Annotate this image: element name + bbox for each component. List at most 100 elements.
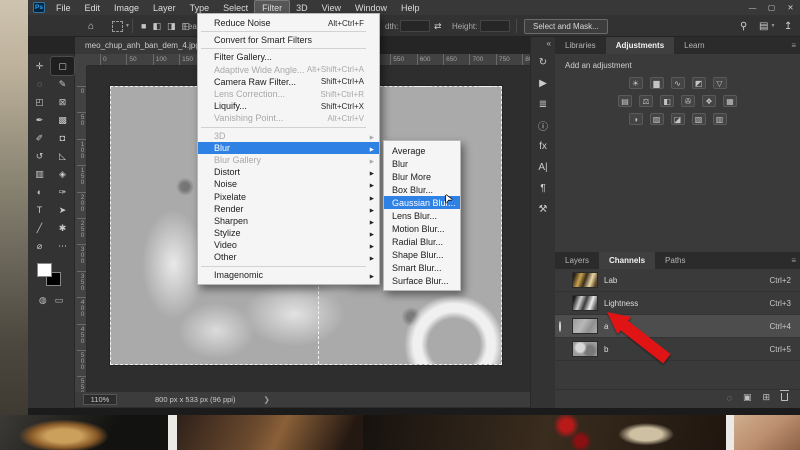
menu-bar-item[interactable]: Help	[394, 1, 427, 14]
invert-icon[interactable]: ◑	[629, 113, 643, 125]
filter-menu-item[interactable]: Adaptive Wide Angle... Alt+Shift+Ctrl+A	[198, 64, 379, 76]
blur-submenu-item[interactable]: Shape Blur...	[384, 248, 460, 261]
visibility-eye-icon[interactable]	[559, 321, 561, 332]
quick-selection-tool[interactable]: ✎	[51, 75, 74, 93]
pen-tool[interactable]: ✑	[51, 183, 74, 201]
panel-tab[interactable]: Paths	[655, 252, 695, 269]
line-tool[interactable]: ╱	[28, 219, 51, 237]
filter-menu-item[interactable]: Stylize	[198, 227, 379, 239]
share-icon[interactable]: ↥	[784, 21, 792, 32]
color-balance-icon[interactable]: ⚖	[639, 95, 653, 107]
menu-bar-item[interactable]: Layer	[146, 1, 183, 14]
dodge-tool[interactable]: ◐	[28, 183, 51, 201]
select-and-mask-button[interactable]: Select and Mask...	[524, 19, 608, 34]
close-button[interactable]: ✕	[781, 3, 800, 12]
move-tool[interactable]: ✛	[28, 57, 51, 75]
tools-panel-icon[interactable]: ⚒	[534, 201, 553, 218]
character-panel-icon[interactable]: A|	[534, 159, 553, 176]
filter-menu-item[interactable]: Blur	[198, 142, 379, 154]
home-icon[interactable]: ⌂	[88, 21, 94, 32]
blur-submenu-item[interactable]: Surface Blur...	[384, 274, 460, 287]
status-chevron-icon[interactable]: ❯	[263, 395, 269, 404]
panel-tab[interactable]: Learn	[674, 37, 714, 54]
blur-submenu-item[interactable]: Blur	[384, 157, 460, 170]
threshold-icon[interactable]: ◪	[671, 113, 685, 125]
foreground-color-swatch[interactable]	[37, 263, 52, 277]
filter-menu-item[interactable]: 3D	[198, 130, 379, 142]
levels-icon[interactable]: ▆	[650, 77, 664, 89]
hand-tool[interactable]: ✱	[51, 219, 74, 237]
active-tool-icon[interactable]	[112, 21, 123, 32]
filter-menu-item[interactable]: Liquify... Shift+Ctrl+X	[198, 100, 379, 112]
zoom-tool[interactable]: ⌀	[28, 237, 51, 255]
blur-submenu-item[interactable]: Average	[384, 144, 460, 157]
photo-filter-icon[interactable]: ✇	[681, 95, 695, 107]
frame-tool[interactable]: ⊠	[51, 93, 74, 111]
gradient-map-icon[interactable]: ▧	[692, 113, 706, 125]
filter-menu-item[interactable]: Render	[198, 203, 379, 215]
panel-menu-icon[interactable]: ≡	[791, 256, 796, 265]
new-selection-icon[interactable]: ■	[141, 21, 146, 31]
posterize-icon[interactable]: ▨	[650, 113, 664, 125]
filter-menu-item[interactable]: Camera Raw Filter... Shift+Ctrl+A	[198, 76, 379, 88]
chevron-down-icon[interactable]: ▼	[125, 23, 130, 29]
clone-stamp-tool[interactable]: ◘	[51, 129, 74, 147]
styles-panel-icon[interactable]: fx	[534, 138, 553, 155]
panel-tab[interactable]: Adjustments	[606, 37, 674, 54]
blur-submenu-item[interactable]: Radial Blur...	[384, 235, 460, 248]
delete-channel-icon[interactable]	[781, 393, 788, 403]
info-panel-icon[interactable]: ⓘ	[534, 117, 553, 134]
panel-tab[interactable]: Libraries	[555, 37, 606, 54]
add-to-selection-icon[interactable]: ◧	[152, 21, 161, 32]
panel-tab[interactable]: Channels	[599, 252, 655, 269]
a[interactable]: a Ctrl+4	[555, 315, 800, 338]
lasso-tool[interactable]: ◌	[28, 75, 51, 93]
color-lookup-icon[interactable]: ▦	[723, 95, 737, 107]
curves-icon[interactable]: ∿	[671, 77, 685, 89]
search-icon[interactable]: ⚲	[740, 21, 747, 32]
filter-menu-item[interactable]: Distort	[198, 166, 379, 178]
menu-bar-item[interactable]: Image	[107, 1, 146, 14]
Lightness[interactable]: Lightness Ctrl+3	[555, 292, 800, 315]
workspace-icon[interactable]: ▤	[759, 21, 768, 32]
filter-menu-item[interactable]: Other	[198, 251, 379, 263]
black-white-icon[interactable]: ◧	[660, 95, 674, 107]
blur-tool[interactable]: ◈	[51, 165, 74, 183]
actions-panel-icon[interactable]: ▶	[534, 75, 553, 92]
zoom-level-input[interactable]: 110%	[83, 394, 117, 405]
filter-menu-item[interactable]: Convert for Smart Filters	[198, 34, 379, 46]
load-selection-icon[interactable]: ◌	[727, 393, 732, 403]
filter-menu-item[interactable]: Filter Gallery...	[198, 51, 379, 63]
exposure-icon[interactable]: ◩	[692, 77, 706, 89]
eyedropper-tool[interactable]: ✒	[28, 111, 51, 129]
blur-submenu-item[interactable]: Blur More	[384, 170, 460, 183]
screen-mode-icon[interactable]: ▭	[55, 295, 64, 306]
selective-color-icon[interactable]: ▥	[713, 113, 727, 125]
blur-submenu-item[interactable]: Motion Blur...	[384, 222, 460, 235]
path-selection-tool[interactable]: ➤	[51, 201, 74, 219]
history-brush-tool[interactable]: ↺	[28, 147, 51, 165]
collapse-panels-icon[interactable]: «	[547, 39, 551, 48]
brightness-contrast-icon[interactable]: ☀	[629, 77, 643, 89]
gradient-tool[interactable]: ▥	[28, 165, 51, 183]
Lab[interactable]: Lab Ctrl+2	[555, 269, 800, 292]
filter-menu-item[interactable]: Video	[198, 239, 379, 251]
minimize-button[interactable]: —	[743, 3, 762, 12]
menu-bar-item[interactable]: Edit	[78, 1, 108, 14]
tool-presets-panel-icon[interactable]: ≣	[534, 96, 553, 113]
channel-mixer-icon[interactable]: ❖	[702, 95, 716, 107]
save-selection-icon[interactable]: ▣	[743, 392, 752, 403]
paragraph-panel-icon[interactable]: ¶	[534, 180, 553, 197]
new-channel-icon[interactable]: ⊞	[762, 392, 770, 403]
eraser-tool[interactable]: ◺	[51, 147, 74, 165]
filter-menu-item[interactable]: Pixelate	[198, 190, 379, 202]
history-panel-icon[interactable]: ↻	[534, 54, 553, 71]
more-tools[interactable]: ⋯	[51, 237, 74, 255]
filter-menu-item[interactable]: Blur Gallery	[198, 154, 379, 166]
filter-menu-item[interactable]: Sharpen	[198, 215, 379, 227]
rectangular-marquee-tool[interactable]: ▢	[51, 57, 74, 75]
panel-tab[interactable]: Layers	[555, 252, 599, 269]
crop-tool[interactable]: ◰	[28, 93, 51, 111]
subtract-from-selection-icon[interactable]: ◨	[167, 21, 176, 32]
filter-menu-item[interactable]: Noise	[198, 178, 379, 190]
